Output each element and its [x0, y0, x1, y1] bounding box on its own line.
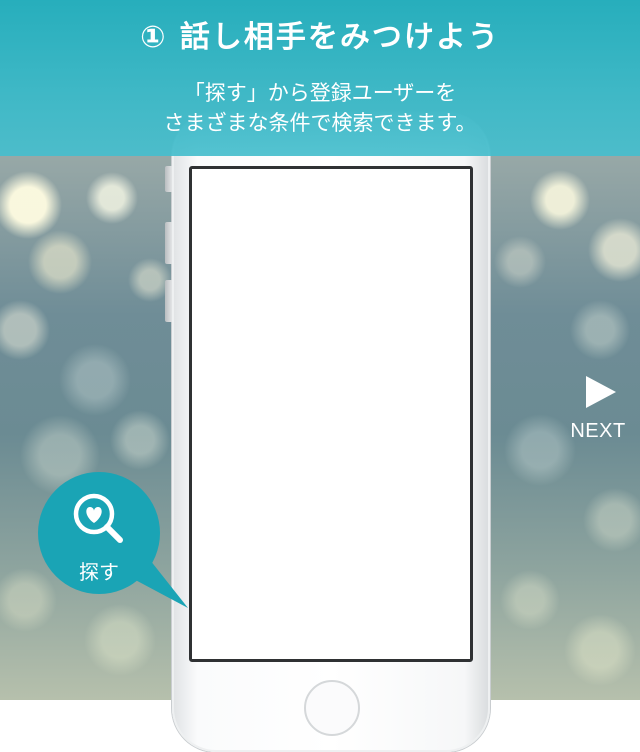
- next-button[interactable]: NEXT: [562, 372, 634, 452]
- phone-mockup: [165, 112, 490, 752]
- phone-screen: [189, 166, 473, 662]
- play-arrow-icon: [586, 376, 616, 408]
- search-tab-badge[interactable]: 探す: [38, 472, 192, 610]
- phone-volume-down: [165, 280, 172, 322]
- phone-home-button: [304, 680, 360, 736]
- header-banner: ① 話し相手をみつけよう 「探す」から登録ユーザーを さまざまな条件で検索できま…: [0, 0, 640, 156]
- step-description: 「探す」から登録ユーザーを さまざまな条件で検索できます。: [0, 78, 640, 138]
- search-label: 探す: [79, 560, 119, 584]
- heart-search-icon: [73, 493, 123, 543]
- step-description-line-1: 「探す」から登録ユーザーを: [183, 81, 457, 105]
- phone-volume-up: [165, 222, 172, 264]
- next-label: NEXT: [570, 420, 626, 442]
- step-description-line-2: さまざまな条件で検索できます。: [163, 111, 477, 135]
- phone-mute-switch: [165, 166, 172, 192]
- step-title: ① 話し相手をみつけよう: [140, 20, 500, 55]
